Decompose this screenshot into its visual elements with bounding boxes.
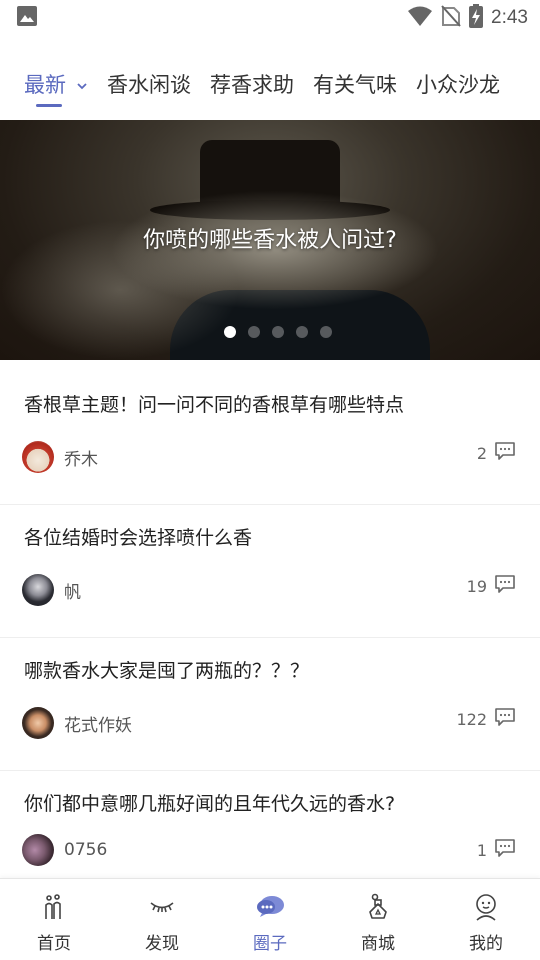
nav-label: 发现 — [145, 934, 179, 954]
nav-shop[interactable]: 商城 — [324, 879, 432, 960]
bottom-navigation: 首页 发现 圈子 商城 我的 — [0, 878, 540, 960]
author-name[interactable]: 乔木 — [64, 445, 477, 470]
post-title: 各位结婚时会选择喷什么香 — [24, 527, 253, 549]
nav-label: 我的 — [469, 934, 503, 954]
tab-label: 有关气味 — [313, 73, 397, 97]
nav-label: 圈子 — [253, 934, 287, 954]
chat-bubbles-icon — [255, 893, 285, 925]
nav-circle[interactable]: 圈子 — [216, 879, 324, 960]
carousel-dot[interactable] — [296, 326, 308, 338]
wifi-icon — [407, 5, 433, 31]
banner-title: 你喷的哪些香水被人问过? — [143, 228, 397, 253]
perfume-bottle-icon — [364, 893, 392, 925]
user-icon — [472, 893, 500, 925]
tab-label: 最新 — [24, 73, 66, 97]
comment-icon — [494, 441, 516, 465]
nav-home[interactable]: 首页 — [0, 879, 108, 960]
comment-count[interactable]: 2 — [477, 441, 516, 465]
image-notification-icon — [16, 5, 38, 31]
no-sim-icon — [441, 5, 461, 31]
battery-charging-icon — [469, 4, 484, 32]
tab-recommend-help[interactable]: 荐香求助 — [210, 56, 294, 106]
status-bar: 2:43 — [0, 0, 540, 36]
tab-label: 荐香求助 — [210, 73, 294, 97]
post-title: 香根草主题！问一问不同的香根草有哪些特点 — [24, 394, 405, 416]
carousel-dot[interactable] — [272, 326, 284, 338]
comment-count[interactable]: 122 — [456, 707, 516, 731]
post-item[interactable]: 哪款香水大家是囤了两瓶的？？？ 花式作妖 122 — [0, 638, 540, 771]
avatar[interactable] — [22, 574, 54, 606]
post-item[interactable]: 香根草主题！问一问不同的香根草有哪些特点 乔木 2 — [0, 372, 540, 505]
tab-label: 香水闲谈 — [107, 73, 191, 97]
nav-label: 商城 — [361, 934, 395, 954]
nav-label: 首页 — [37, 934, 71, 954]
comment-icon — [494, 574, 516, 598]
comment-icon — [494, 707, 516, 731]
nav-discover[interactable]: 发现 — [108, 879, 216, 960]
post-list: 香根草主题！问一问不同的香根草有哪些特点 乔木 2 各位结婚时会选择喷什么香 帆… — [0, 372, 540, 904]
tab-niche-salon[interactable]: 小众沙龙 — [416, 56, 500, 106]
home-icon — [40, 893, 68, 925]
author-name[interactable]: 0756 — [64, 840, 477, 860]
carousel-dot[interactable] — [224, 326, 236, 338]
tab-label: 小众沙龙 — [416, 73, 500, 97]
author-name[interactable]: 帆 — [64, 578, 467, 603]
avatar[interactable] — [22, 441, 54, 473]
comment-count[interactable]: 19 — [467, 574, 516, 598]
carousel-dots — [0, 326, 540, 338]
carousel-dot[interactable] — [248, 326, 260, 338]
comment-count[interactable]: 1 — [477, 838, 516, 862]
post-title: 哪款香水大家是囤了两瓶的？？？ — [24, 660, 310, 682]
status-time: 2:43 — [491, 7, 528, 28]
tab-perfume-chat[interactable]: 香水闲谈 — [107, 56, 191, 106]
author-name[interactable]: 花式作妖 — [64, 711, 456, 736]
post-title: 你们都中意哪几瓶好闻的且年代久远的香水? — [24, 793, 396, 815]
avatar[interactable] — [22, 707, 54, 739]
category-tabs: 最新 香水闲谈 荐香求助 有关气味 小众沙龙 — [0, 56, 540, 112]
comment-icon — [494, 838, 516, 862]
carousel-dot[interactable] — [320, 326, 332, 338]
nav-profile[interactable]: 我的 — [432, 879, 540, 960]
active-tab-indicator — [36, 104, 62, 107]
tab-about-scent[interactable]: 有关气味 — [313, 56, 397, 106]
tab-latest[interactable]: 最新 — [24, 56, 88, 107]
avatar[interactable] — [22, 834, 54, 866]
chevron-down-icon — [76, 73, 88, 97]
eyelash-icon — [148, 893, 176, 925]
post-item[interactable]: 各位结婚时会选择喷什么香 帆 19 — [0, 505, 540, 638]
